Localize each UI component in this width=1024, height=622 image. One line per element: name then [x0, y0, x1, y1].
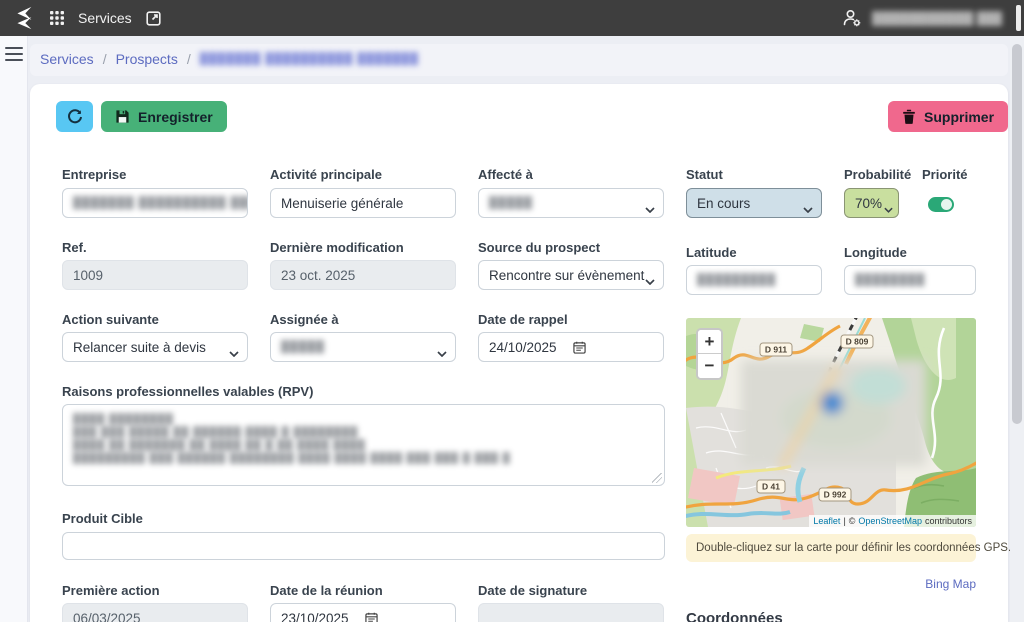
premiere-action-input: 06/03/2025 [62, 603, 248, 622]
calendar-icon[interactable] [365, 612, 378, 622]
rpv-label: Raisons professionnelles valables (RPV) [62, 384, 313, 399]
road-label-d911: D 911 [765, 345, 787, 355]
derniere-modification-input: 23 oct. 2025 [270, 260, 456, 290]
road-label-d992: D 992 [824, 490, 847, 500]
ref-input: 1009 [62, 260, 248, 290]
activite-label: Activité principale [270, 167, 382, 182]
produit-cible-label: Produit Cible [62, 511, 143, 526]
chevron-down-icon [645, 273, 655, 288]
breadcrumb-prospects[interactable]: Prospects [116, 51, 178, 67]
priorite-label: Priorité [922, 167, 968, 182]
date-rappel-label: Date de rappel [478, 312, 568, 327]
chevron-down-icon [645, 201, 655, 216]
map-zoom-control: + − [696, 328, 723, 380]
road-label-d41: D 41 [762, 482, 780, 492]
leaflet-link[interactable]: Leaflet [813, 516, 840, 526]
map-zoom-in-button[interactable]: + [698, 330, 721, 354]
delete-button[interactable]: Supprimer [888, 101, 1008, 132]
map-attribution: Leaflet | © OpenStreetMap contributors [809, 515, 976, 527]
produit-cible-input[interactable] [62, 532, 665, 560]
breadcrumb-current: ███████ ██████████ ███████ [200, 53, 419, 65]
chevron-down-icon [437, 345, 447, 360]
trash-icon [902, 109, 916, 124]
date-rappel-input[interactable]: 24/10/2025 [478, 332, 664, 362]
action-suivante-select[interactable]: Relancer suite à devis [62, 332, 248, 362]
rpv-textarea[interactable]: ████ ████████ ███ ███ █████ ██ ██████ ██… [62, 404, 665, 486]
latitude-label: Latitude [686, 245, 737, 260]
top-navbar: Services [0, 0, 1024, 36]
breadcrumb-services[interactable]: Services [40, 51, 94, 67]
source-label: Source du prospect [478, 240, 600, 255]
affecte-select[interactable]: █████ [478, 188, 664, 218]
user-name[interactable]: ███████████ ██████ [872, 11, 1002, 26]
latitude-input[interactable]: █████████ [686, 265, 822, 295]
scrollbar-thumb-navbar[interactable] [1016, 5, 1021, 31]
map-hint: Double-cliquez sur la carte pour définir… [686, 534, 976, 562]
resize-handle[interactable] [652, 473, 662, 483]
navbar-app-title: Services [78, 10, 132, 26]
delete-button-label: Supprimer [924, 109, 994, 125]
external-link-icon[interactable] [146, 11, 161, 26]
action-suivante-label: Action suivante [62, 312, 159, 327]
entreprise-input[interactable]: ███████ ██████████ ███████ [62, 188, 248, 218]
map-tiles: D 911 D 809 D 41 D 992 [686, 318, 976, 527]
save-button[interactable]: Enregistrer [101, 101, 227, 132]
priorite-toggle[interactable] [928, 197, 954, 212]
chevron-down-icon [884, 201, 893, 216]
bing-map-link[interactable]: Bing Map [686, 577, 976, 591]
date-signature-label: Date de signature [478, 583, 587, 598]
date-signature-input [478, 603, 664, 622]
left-rail [0, 36, 28, 622]
save-icon [115, 109, 130, 124]
date-reunion-input[interactable]: 23/10/2025 [270, 603, 456, 622]
affecte-label: Affecté à [478, 167, 533, 182]
source-select[interactable]: Rencontre sur évènement [478, 260, 664, 290]
probabilite-label: Probabilité [844, 167, 911, 182]
ref-label: Ref. [62, 240, 87, 255]
calendar-icon[interactable] [573, 341, 586, 354]
activite-input[interactable]: Menuiserie générale [270, 188, 456, 218]
refresh-button[interactable] [56, 101, 93, 132]
road-label-d809: D 809 [846, 337, 869, 347]
entreprise-label: Entreprise [62, 167, 126, 182]
app-screen: Services [0, 0, 1024, 622]
derniere-modification-label: Dernière modification [270, 240, 404, 255]
menu-toggle-icon[interactable] [5, 47, 23, 61]
breadcrumb-separator: / [103, 51, 107, 67]
statut-label: Statut [686, 167, 723, 182]
breadcrumb: Services / Prospects / ███████ █████████… [30, 44, 1008, 76]
chevron-down-icon [803, 201, 813, 216]
openstreetmap-link[interactable]: OpenStreetMap [858, 516, 922, 526]
user-settings-icon[interactable] [842, 8, 862, 28]
premiere-action-label: Première action [62, 583, 160, 598]
refresh-icon [67, 109, 83, 125]
date-reunion-label: Date de la réunion [270, 583, 383, 598]
apps-grid-icon[interactable] [50, 11, 64, 25]
longitude-label: Longitude [844, 245, 907, 260]
app-logo-icon[interactable] [10, 5, 36, 31]
longitude-input[interactable]: ████████ [844, 265, 976, 295]
leaflet-map[interactable]: D 911 D 809 D 41 D 992 + − Leaflet | © O… [686, 318, 976, 527]
save-button-label: Enregistrer [138, 109, 213, 125]
map-zoom-out-button[interactable]: − [698, 354, 721, 378]
assignee-select[interactable]: █████ [270, 332, 456, 362]
statut-select[interactable]: En cours [686, 188, 822, 218]
assignee-label: Assignée à [270, 312, 339, 327]
probabilite-select[interactable]: 70% [844, 188, 899, 218]
breadcrumb-separator: / [187, 51, 191, 67]
scrollbar-thumb[interactable] [1012, 44, 1022, 424]
chevron-down-icon [229, 345, 239, 360]
coordonnees-heading: Coordonnées [686, 610, 783, 622]
